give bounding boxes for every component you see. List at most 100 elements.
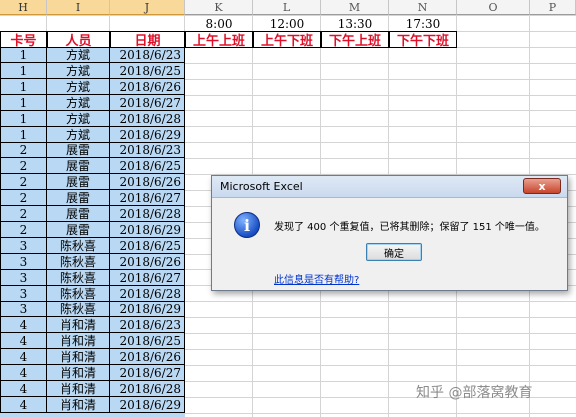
cell-date[interactable]: 2018/6/27 bbox=[110, 95, 185, 111]
cell-date[interactable]: 2018/6/23 bbox=[110, 317, 185, 333]
cell-id[interactable]: 4 bbox=[0, 365, 47, 381]
header-1[interactable]: 人员 bbox=[47, 31, 110, 48]
cell-date[interactable]: 2018/6/23 bbox=[110, 47, 185, 63]
cell-id[interactable]: 3 bbox=[0, 270, 47, 286]
header-0[interactable]: 卡号 bbox=[0, 31, 47, 48]
cell-id[interactable]: 3 bbox=[0, 238, 47, 254]
ok-button[interactable]: 确定 bbox=[366, 243, 422, 261]
cell-date[interactable]: 2018/6/27 bbox=[110, 190, 185, 206]
time-cell[interactable]: 13:30 bbox=[321, 16, 389, 31]
cell-name[interactable]: 陈秋喜 bbox=[47, 238, 110, 254]
header-4[interactable]: 上午下班 bbox=[253, 31, 321, 48]
cell-name[interactable]: 展雷 bbox=[47, 158, 110, 174]
info-icon: i bbox=[234, 212, 260, 238]
column-header-l[interactable]: L bbox=[253, 0, 321, 15]
cell-name[interactable]: 展雷 bbox=[47, 222, 110, 238]
cell-date[interactable]: 2018/6/25 bbox=[110, 238, 185, 254]
cell-date[interactable]: 2018/6/27 bbox=[110, 365, 185, 381]
cell-name[interactable]: 展雷 bbox=[47, 174, 110, 190]
cell-name[interactable]: 展雷 bbox=[47, 190, 110, 206]
cell-id[interactable]: 3 bbox=[0, 254, 47, 270]
cell-name[interactable]: 陈秋喜 bbox=[47, 270, 110, 286]
header-3[interactable]: 上午上班 bbox=[185, 31, 253, 48]
cell-date[interactable]: 2018/6/29 bbox=[110, 397, 185, 413]
cell-date[interactable]: 2018/6/28 bbox=[110, 286, 185, 302]
header-5[interactable]: 下午上班 bbox=[321, 31, 389, 48]
time-cell[interactable]: 8:00 bbox=[185, 16, 253, 31]
cell-id[interactable]: 2 bbox=[0, 174, 47, 190]
close-icon: x bbox=[538, 179, 546, 193]
cell-id[interactable]: 1 bbox=[0, 95, 47, 111]
cell-name[interactable]: 陈秋喜 bbox=[47, 254, 110, 270]
cell-date[interactable]: 2018/6/28 bbox=[110, 381, 185, 397]
cell-date[interactable]: 2018/6/25 bbox=[110, 333, 185, 349]
time-cell[interactable]: 12:00 bbox=[253, 16, 321, 31]
column-header-k[interactable]: K bbox=[185, 0, 253, 15]
cell-name[interactable]: 肖和清 bbox=[47, 349, 110, 365]
cell-name[interactable]: 方斌 bbox=[47, 127, 110, 143]
cell-id[interactable]: 4 bbox=[0, 349, 47, 365]
cell-date[interactable]: 2018/6/29 bbox=[110, 301, 185, 317]
cell-date[interactable]: 2018/6/28 bbox=[110, 206, 185, 222]
column-header-i[interactable]: I bbox=[47, 0, 110, 15]
cell-name[interactable]: 肖和清 bbox=[47, 397, 110, 413]
cell-name[interactable]: 方斌 bbox=[47, 79, 110, 95]
cell-id[interactable]: 3 bbox=[0, 301, 47, 317]
dialog-title-bar[interactable]: Microsoft Excel bbox=[212, 176, 567, 198]
dialog-message: 发现了 400 个重复值，已将其删除；保留了 151 个唯一值。 bbox=[274, 222, 545, 233]
cell-name[interactable]: 方斌 bbox=[47, 47, 110, 63]
cell-id[interactable]: 2 bbox=[0, 142, 47, 158]
watermark: 知乎 @部落窝教育 bbox=[416, 385, 533, 401]
header-2[interactable]: 日期 bbox=[110, 31, 185, 48]
cell-date[interactable]: 2018/6/29 bbox=[110, 127, 185, 143]
cell-id[interactable]: 4 bbox=[0, 333, 47, 349]
cell-name[interactable]: 展雷 bbox=[47, 206, 110, 222]
cell-id[interactable]: 2 bbox=[0, 222, 47, 238]
time-cell[interactable]: 17:30 bbox=[389, 16, 457, 31]
cell-date[interactable]: 2018/6/28 bbox=[110, 111, 185, 127]
cell-name[interactable]: 肖和清 bbox=[47, 317, 110, 333]
cell-name[interactable]: 展雷 bbox=[47, 142, 110, 158]
cell-name[interactable]: 陈秋喜 bbox=[47, 301, 110, 317]
cell-id[interactable]: 4 bbox=[0, 381, 47, 397]
cell-name[interactable]: 方斌 bbox=[47, 95, 110, 111]
cell-date[interactable]: 2018/6/26 bbox=[110, 79, 185, 95]
cell-name[interactable]: 肖和清 bbox=[47, 381, 110, 397]
column-header-j[interactable]: J bbox=[110, 0, 185, 15]
dialog-title: Microsoft Excel bbox=[220, 180, 303, 193]
cell-name[interactable]: 陈秋喜 bbox=[47, 286, 110, 302]
help-link[interactable]: 此信息是否有帮助? bbox=[274, 271, 359, 286]
header-6[interactable]: 下午下班 bbox=[389, 31, 457, 48]
column-header-h[interactable]: H bbox=[0, 0, 47, 15]
cell-id[interactable]: 1 bbox=[0, 63, 47, 79]
spreadsheet[interactable]: H I J K L M N O P 8:00 12:00 13:30 17:30 卡号 人员 日期 上午上班 上午… bbox=[0, 0, 576, 417]
cell-date[interactable]: 2018/6/26 bbox=[110, 174, 185, 190]
cell-date[interactable]: 2018/6/25 bbox=[110, 63, 185, 79]
cell-name[interactable]: 肖和清 bbox=[47, 333, 110, 349]
cell-id[interactable]: 1 bbox=[0, 127, 47, 143]
column-header-m[interactable]: M bbox=[321, 0, 389, 15]
cell-name[interactable]: 方斌 bbox=[47, 111, 110, 127]
cell-date[interactable]: 2018/6/25 bbox=[110, 158, 185, 174]
cell-name[interactable]: 方斌 bbox=[47, 63, 110, 79]
cell-id[interactable]: 2 bbox=[0, 158, 47, 174]
cell-date[interactable]: 2018/6/27 bbox=[110, 270, 185, 286]
cell-id[interactable]: 1 bbox=[0, 111, 47, 127]
cell-id[interactable]: 4 bbox=[0, 397, 47, 413]
cell-id[interactable]: 3 bbox=[0, 286, 47, 302]
cell-id[interactable]: 2 bbox=[0, 190, 47, 206]
cell-name[interactable]: 肖和清 bbox=[47, 365, 110, 381]
cell-id[interactable]: 2 bbox=[0, 206, 47, 222]
cell-date[interactable]: 2018/6/26 bbox=[110, 349, 185, 365]
cell-id[interactable]: 1 bbox=[0, 79, 47, 95]
cell-id[interactable]: 4 bbox=[0, 317, 47, 333]
column-header-o[interactable]: O bbox=[457, 0, 530, 15]
cell-date[interactable]: 2018/6/26 bbox=[110, 254, 185, 270]
excel-dialog: Microsoft Excel x i 发现了 400 个重复值，已将其删除；保… bbox=[211, 175, 568, 291]
close-button[interactable]: x bbox=[523, 178, 561, 194]
cell-id[interactable]: 1 bbox=[0, 47, 47, 63]
cell-date[interactable]: 2018/6/23 bbox=[110, 142, 185, 158]
cell-date[interactable]: 2018/6/29 bbox=[110, 222, 185, 238]
column-header-p[interactable]: P bbox=[530, 0, 576, 15]
column-header-n[interactable]: N bbox=[389, 0, 457, 15]
